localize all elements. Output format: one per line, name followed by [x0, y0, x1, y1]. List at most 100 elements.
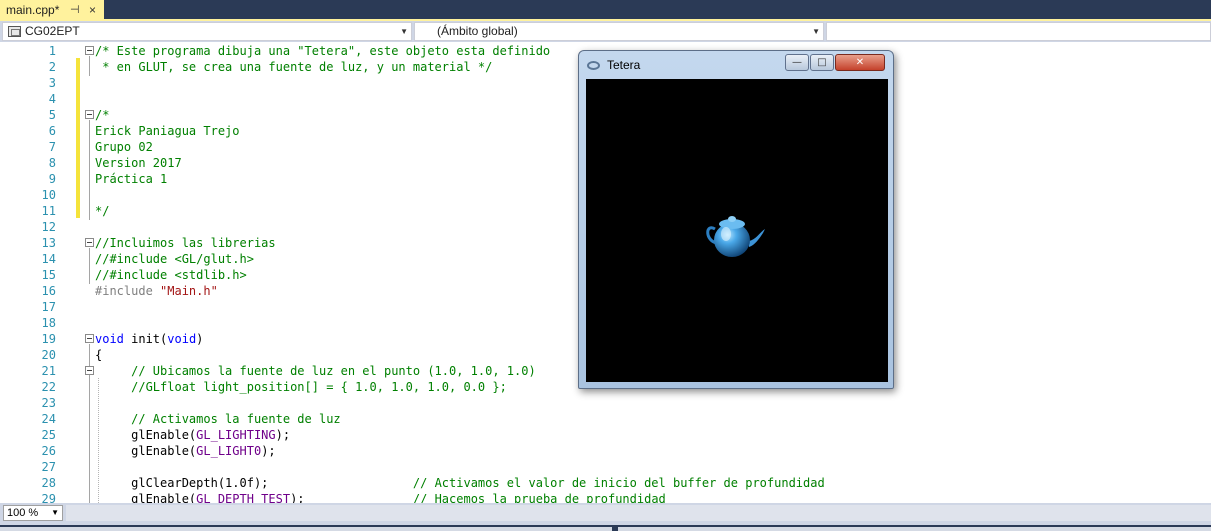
code-token: {	[95, 348, 103, 362]
line-number: 8	[48, 156, 56, 170]
code-line[interactable]: //#include <GL/glut.h>	[95, 251, 254, 267]
collapse-icon[interactable]	[85, 238, 94, 247]
code-line[interactable]: Práctica 1	[95, 171, 167, 187]
window-title: Tetera	[607, 58, 641, 72]
collapse-icon[interactable]	[85, 334, 94, 343]
code-line[interactable]: glEnable(GL_DEPTH_TEST); // Hacemos la p…	[95, 491, 666, 503]
scope-dropdown-value: (Ámbito global)	[437, 24, 518, 38]
line-number: 6	[48, 124, 56, 138]
code-token: // Activamos el valor de inicio del buff…	[412, 476, 825, 490]
line-number: 10	[41, 188, 56, 202]
close-tab-icon[interactable]: ×	[89, 0, 96, 21]
pin-icon[interactable]: ⊣	[70, 0, 80, 21]
close-button[interactable]: ✕	[835, 54, 885, 71]
code-line[interactable]: {	[95, 347, 102, 363]
code-token: // Ubicamos la fuente de luz en el punto…	[95, 364, 536, 378]
line-number: 24	[41, 412, 56, 426]
project-dropdown[interactable]: CG02EPT ▼	[2, 22, 412, 41]
line-number: 21	[41, 364, 56, 378]
app-icon	[587, 61, 600, 70]
code-token: Erick Paniagua Trejo	[95, 124, 240, 138]
scope-dropdown[interactable]: (Ámbito global) ▼	[414, 22, 824, 41]
line-number: 20	[41, 348, 56, 362]
minimize-button[interactable]: —	[785, 54, 809, 71]
code-line[interactable]: Grupo 02	[95, 139, 153, 155]
collapse-icon[interactable]	[85, 366, 94, 375]
editor-bottom-bar: 100 % ▼	[0, 503, 1211, 531]
project-icon	[8, 26, 21, 37]
line-number: 26	[41, 444, 56, 458]
line-number: 5	[48, 108, 56, 122]
code-token: void	[167, 332, 197, 346]
line-number: 18	[41, 316, 56, 330]
code-line[interactable]: //GLfloat light_position[] = { 1.0, 1.0,…	[95, 379, 507, 395]
line-number: 29	[41, 492, 56, 503]
code-token: glEnable(	[95, 444, 197, 458]
line-number: 16	[41, 284, 56, 298]
tab-main-cpp[interactable]: main.cpp* ⊣ ×	[0, 0, 104, 21]
line-number: 17	[41, 300, 56, 314]
maximize-button[interactable]: □	[810, 54, 834, 71]
outline-line	[89, 56, 90, 76]
zoom-dropdown[interactable]: 100 % ▼	[3, 505, 63, 521]
collapse-icon[interactable]	[85, 110, 94, 119]
opengl-canvas[interactable]	[586, 79, 888, 382]
tetera-window[interactable]: Tetera — □ ✕	[578, 50, 894, 389]
line-number: 11	[41, 204, 56, 218]
member-dropdown[interactable]	[826, 22, 1211, 41]
chevron-down-icon: ▼	[400, 27, 408, 36]
code-token: // Hacemos la prueba de profundidad	[412, 492, 666, 503]
code-line[interactable]: glEnable(GL_LIGHTING);	[95, 427, 290, 443]
chevron-down-icon: ▼	[812, 27, 820, 36]
code-line[interactable]: glEnable(GL_LIGHT0);	[95, 443, 276, 459]
line-number: 13	[41, 236, 56, 250]
code-token: Práctica 1	[95, 172, 168, 186]
line-number: 3	[48, 76, 56, 90]
code-token: //Incluimos las librerias	[95, 236, 276, 250]
code-token: //#include <GL/glut.h>	[95, 252, 254, 266]
navigation-bar: CG02EPT ▼ (Ámbito global) ▼	[0, 21, 1211, 42]
code-token: );	[290, 492, 413, 503]
line-number: 7	[48, 140, 56, 154]
line-number: 12	[41, 220, 56, 234]
collapse-icon[interactable]	[85, 46, 94, 55]
code-line[interactable]: // Ubicamos la fuente de luz en el punto…	[95, 363, 536, 379]
code-line[interactable]: void init(void)	[95, 331, 203, 347]
line-number: 15	[41, 268, 56, 282]
outline-line	[89, 248, 90, 284]
code-token: glEnable(	[95, 428, 197, 442]
code-token: init(	[123, 332, 168, 346]
code-token: glClearDepth(1.0f);	[95, 476, 413, 490]
code-line[interactable]: /*	[95, 107, 109, 123]
code-line[interactable]: Erick Paniagua Trejo	[95, 123, 240, 139]
code-line[interactable]: Version 2017	[95, 155, 182, 171]
code-line[interactable]: * en GLUT, se crea una fuente de luz, y …	[95, 59, 492, 75]
code-line[interactable]: //#include <stdlib.h>	[95, 267, 247, 283]
line-number: 2	[48, 60, 56, 74]
code-token: glEnable(	[95, 492, 197, 503]
code-token: );	[275, 428, 291, 442]
code-token: Grupo 02	[95, 140, 153, 154]
code-token: /*	[95, 108, 110, 122]
code-token: GL_LIGHT0	[196, 444, 262, 458]
bottom-panel-right	[618, 527, 1211, 531]
line-number: 19	[41, 332, 56, 346]
line-number-gutter: 1 2 3 4 5 6 7 8 9 10 11 12 13 14 15 16 17 18 19 20 21 22 23 24 2…	[0, 42, 72, 503]
code-line[interactable]: /* Este programa dibuja una "Tetera", es…	[95, 43, 550, 59]
code-token: //GLfloat light_position[] = { 1.0, 1.0,…	[95, 380, 507, 394]
code-token: // Activamos la fuente de luz	[95, 412, 341, 426]
line-number: 1	[48, 44, 56, 58]
code-token: "Main.h"	[160, 284, 218, 298]
horizontal-scrollbar[interactable]	[66, 505, 1211, 521]
code-line[interactable]: //Incluimos las librerias	[95, 235, 276, 251]
code-line[interactable]: #include "Main.h"	[95, 283, 218, 299]
code-line[interactable]: // Activamos la fuente de luz	[95, 411, 341, 427]
code-token: /* Este programa dibuja una "Tetera", es…	[95, 44, 551, 58]
bottom-panel-left	[0, 527, 612, 531]
zoom-value: 100 %	[7, 507, 39, 519]
line-number: 9	[48, 172, 56, 186]
teapot-render	[706, 216, 765, 257]
code-token: * en GLUT, se crea una fuente de luz, y …	[95, 60, 493, 74]
code-line[interactable]: */	[95, 203, 109, 219]
code-line[interactable]: glClearDepth(1.0f); // Activamos el valo…	[95, 475, 825, 491]
